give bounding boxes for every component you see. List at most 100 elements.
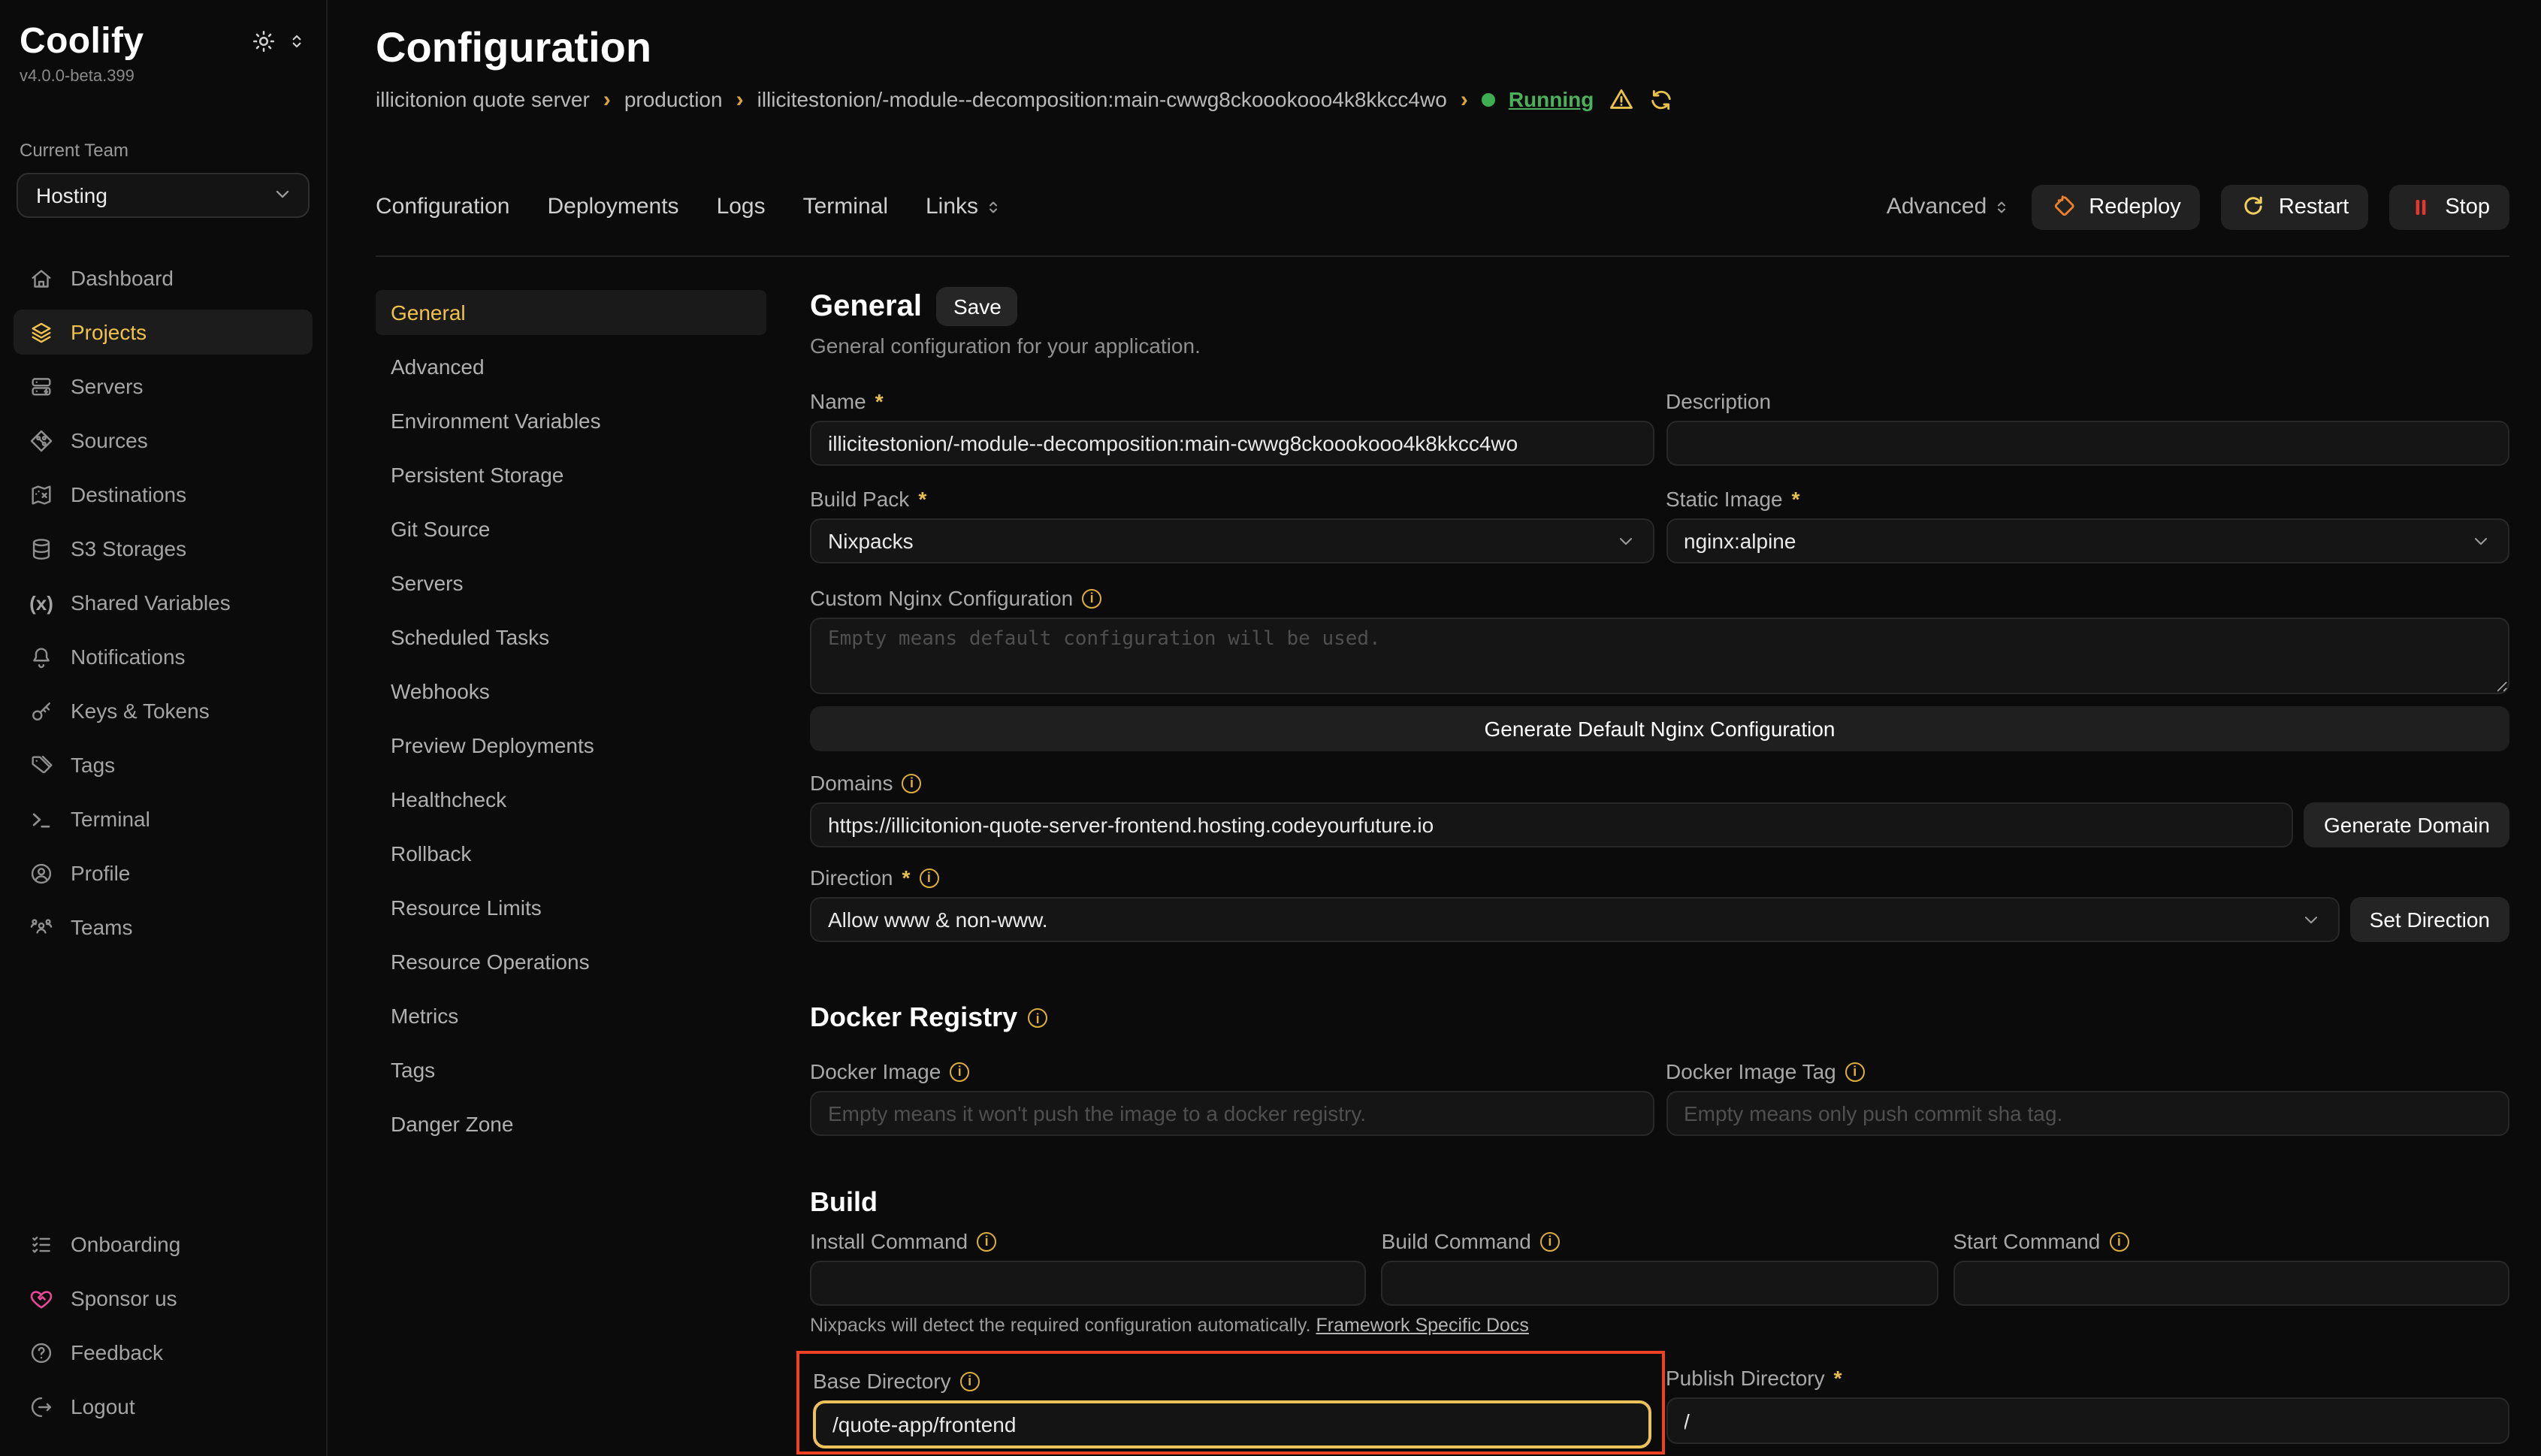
direction-select[interactable]: Allow www & non-www. (810, 897, 2340, 942)
info-icon[interactable]: i (960, 1371, 980, 1391)
sidebar-item-terminal[interactable]: Terminal (14, 796, 313, 841)
info-icon[interactable]: i (950, 1062, 969, 1081)
user-circle-icon (29, 860, 54, 886)
subnav-scheduled-tasks[interactable]: Scheduled Tasks (376, 615, 766, 660)
sidebar-item-keys-tokens[interactable]: Keys & Tokens (14, 688, 313, 733)
breadcrumb-environment[interactable]: production (624, 87, 723, 111)
team-select-value: Hosting (36, 183, 107, 207)
subnav-tags[interactable]: Tags (376, 1047, 766, 1092)
status-running-link[interactable]: Running (1509, 87, 1594, 111)
refresh-icon[interactable] (1648, 86, 1673, 112)
tab-logs[interactable]: Logs (717, 194, 766, 219)
sidebar-item-sponsor-us[interactable]: Sponsor us (14, 1276, 313, 1321)
subnav-environment-variables[interactable]: Environment Variables (376, 398, 766, 443)
subnav-preview-deployments[interactable]: Preview Deployments (376, 723, 766, 768)
team-select[interactable]: Hosting (17, 173, 310, 218)
subnav-servers[interactable]: Servers (376, 560, 766, 606)
build-pack-select[interactable]: Nixpacks (810, 518, 1654, 563)
subnav-persistent-storage[interactable]: Persistent Storage (376, 452, 766, 497)
name-input[interactable] (810, 421, 1654, 466)
info-icon[interactable]: i (919, 868, 938, 887)
docker-image-tag-input[interactable] (1666, 1091, 2509, 1136)
domains-label: Domains (810, 771, 893, 795)
breadcrumb-project[interactable]: illicitonion quote server (376, 87, 590, 111)
subnav-advanced[interactable]: Advanced (376, 344, 766, 389)
tab-terminal[interactable]: Terminal (803, 194, 888, 219)
sidebar-item-projects[interactable]: Projects (14, 310, 313, 355)
subnav-metrics[interactable]: Metrics (376, 993, 766, 1038)
save-button[interactable]: Save (937, 287, 1018, 326)
sidebar-item-tags[interactable]: Tags (14, 742, 313, 787)
sidebar-item-shared-variables[interactable]: (x) Shared Variables (14, 580, 313, 625)
subnav-general[interactable]: General (376, 290, 766, 335)
info-icon[interactable]: i (1540, 1231, 1560, 1251)
sidebar-item-teams[interactable]: Teams (14, 905, 313, 950)
build-command-input[interactable] (1382, 1261, 1938, 1306)
publish-directory-input[interactable] (1666, 1397, 2509, 1444)
subnav-git-source[interactable]: Git Source (376, 506, 766, 551)
theme-sun-icon[interactable] (251, 29, 276, 54)
annotation-highlight-box: Base Directoryi (796, 1351, 1664, 1454)
subnav-rollback[interactable]: Rollback (376, 831, 766, 876)
subnav-webhooks[interactable]: Webhooks (376, 669, 766, 714)
info-icon[interactable]: i (977, 1231, 996, 1251)
restart-icon (2241, 194, 2267, 219)
info-icon[interactable]: i (1028, 1008, 1047, 1028)
restart-button[interactable]: Restart (2222, 184, 2369, 229)
docker-image-input[interactable] (810, 1091, 1654, 1136)
direction-label: Direction (810, 865, 893, 890)
required-marker: * (1792, 487, 1800, 511)
map-icon (29, 482, 54, 507)
info-icon[interactable]: i (1082, 588, 1101, 608)
description-input[interactable] (1666, 421, 2509, 466)
general-subtitle: General configuration for your applicati… (810, 334, 2509, 358)
nginx-config-textarea[interactable] (810, 618, 2509, 694)
sidebar-item-label: Servers (71, 374, 143, 398)
sidebar-item-profile[interactable]: Profile (14, 850, 313, 896)
app-logo[interactable]: Coolify (20, 21, 144, 63)
start-command-input[interactable] (1953, 1261, 2509, 1306)
stop-button[interactable]: Stop (2389, 184, 2509, 229)
sidebar-item-destinations[interactable]: Destinations (14, 472, 313, 517)
home-icon (29, 265, 54, 291)
breadcrumb-application[interactable]: illicitestonion/-module--decomposition:m… (757, 87, 1447, 111)
subnav-danger-zone[interactable]: Danger Zone (376, 1101, 766, 1146)
base-directory-input[interactable] (813, 1400, 1651, 1448)
sidebar-item-sources[interactable]: Sources (14, 418, 313, 463)
sidebar-item-s3-storages[interactable]: S3 Storages (14, 526, 313, 571)
sidebar-item-label: Sponsor us (71, 1286, 177, 1310)
sidebar-item-label: S3 Storages (71, 536, 186, 560)
generate-nginx-button[interactable]: Generate Default Nginx Configuration (810, 706, 2509, 751)
redeploy-button[interactable]: Redeploy (2032, 184, 2201, 229)
sidebar-item-dashboard[interactable]: Dashboard (14, 255, 313, 301)
framework-docs-link[interactable]: Framework Specific Docs (1316, 1315, 1529, 1336)
subnav-healthcheck[interactable]: Healthcheck (376, 777, 766, 822)
sidebar-item-notifications[interactable]: Notifications (14, 634, 313, 679)
key-icon (29, 698, 54, 723)
static-image-select[interactable]: nginx:alpine (1666, 518, 2509, 563)
tab-deployments[interactable]: Deployments (547, 194, 678, 219)
required-marker: * (902, 865, 911, 890)
sidebar-item-feedback[interactable]: Feedback (14, 1330, 313, 1375)
info-icon[interactable]: i (902, 773, 922, 793)
install-command-input[interactable] (810, 1261, 1367, 1306)
advanced-dropdown[interactable]: Advanced (1887, 194, 2011, 219)
tab-configuration[interactable]: Configuration (376, 194, 509, 219)
tab-links[interactable]: Links (926, 194, 1002, 219)
generate-domain-button[interactable]: Generate Domain (2304, 802, 2509, 847)
set-direction-button[interactable]: Set Direction (2350, 897, 2509, 942)
description-label: Description (1666, 389, 1771, 413)
sidebar-item-onboarding[interactable]: Onboarding (14, 1222, 313, 1267)
sidebar-item-servers[interactable]: Servers (14, 364, 313, 409)
terminal-icon (29, 806, 54, 832)
warning-icon[interactable] (1607, 86, 1634, 113)
domains-input[interactable] (810, 802, 2294, 847)
chevron-down-icon (272, 183, 293, 208)
tab-bar: Configuration Deployments Logs Terminal … (376, 183, 2509, 257)
info-icon[interactable]: i (1845, 1062, 1865, 1081)
sidebar-item-logout[interactable]: Logout (14, 1384, 313, 1429)
theme-selector-icon[interactable] (287, 32, 307, 51)
subnav-resource-limits[interactable]: Resource Limits (376, 885, 766, 930)
info-icon[interactable]: i (2109, 1231, 2129, 1251)
subnav-resource-operations[interactable]: Resource Operations (376, 939, 766, 984)
